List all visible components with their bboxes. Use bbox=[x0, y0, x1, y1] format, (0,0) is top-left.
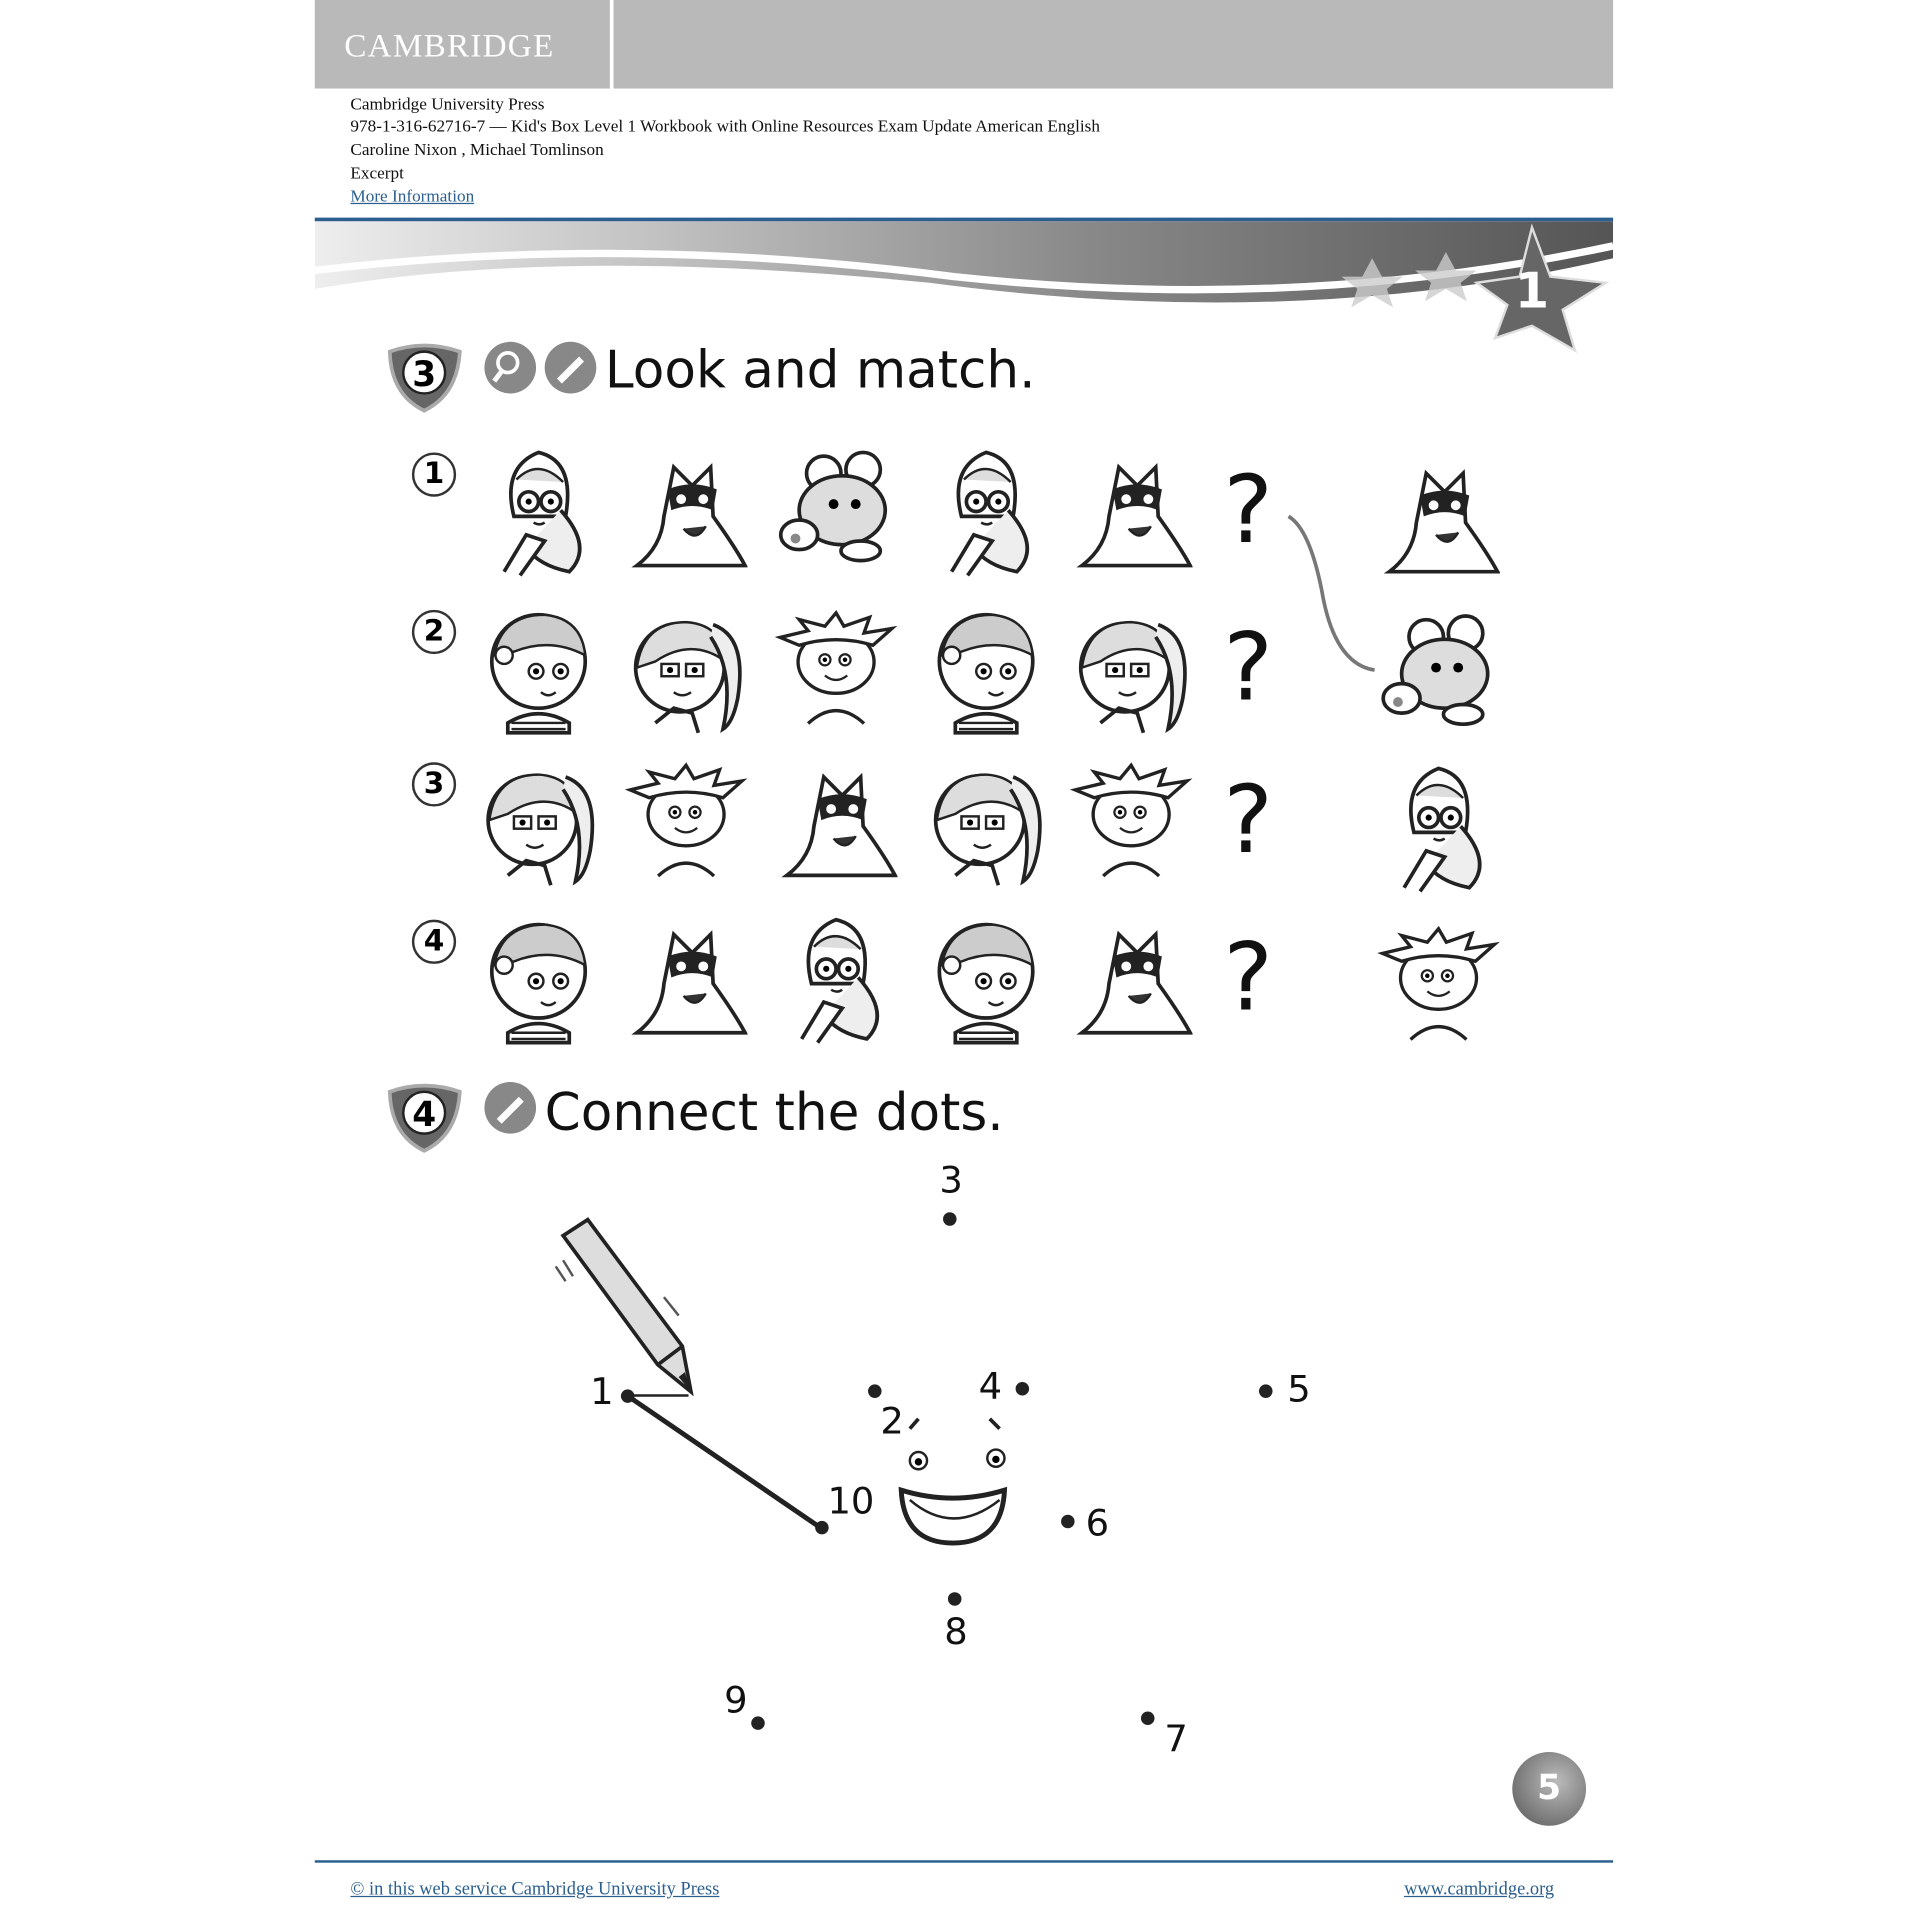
dot-label-2: 2 bbox=[880, 1400, 904, 1444]
girl-glasses-picture bbox=[925, 443, 1048, 584]
girl-ponytail-picture bbox=[1070, 600, 1193, 741]
cambridge-website-link[interactable]: www.cambridge.org bbox=[1404, 1880, 1554, 1901]
dot-label-1: 1 bbox=[590, 1370, 614, 1414]
missing-picture-question-mark: ? bbox=[1223, 454, 1273, 565]
dot-7[interactable] bbox=[1140, 1711, 1155, 1725]
dot-label-10: 10 bbox=[827, 1480, 875, 1524]
boy-spiky-picture bbox=[1070, 752, 1193, 893]
cat-mask-picture bbox=[625, 910, 748, 1051]
row-number: 2 bbox=[411, 609, 457, 655]
dot-label-3: 3 bbox=[939, 1159, 963, 1203]
smiley-face-illustration bbox=[898, 1417, 1008, 1546]
row-number: 4 bbox=[411, 919, 457, 964]
missing-picture-question-mark: ? bbox=[1223, 922, 1273, 1032]
answer-girl-glasses-picture[interactable] bbox=[1377, 759, 1500, 900]
dot-8[interactable] bbox=[947, 1592, 962, 1606]
pencil-icon bbox=[544, 341, 597, 394]
girl-ponytail-picture bbox=[477, 752, 600, 893]
dot-label-6: 6 bbox=[1085, 1502, 1110, 1546]
boy-spiky-picture bbox=[775, 600, 898, 741]
dot-label-8: 8 bbox=[944, 1610, 968, 1654]
boy-spiky-picture bbox=[625, 752, 748, 893]
magnifier-icon bbox=[484, 341, 537, 394]
missing-picture-question-mark: ? bbox=[1223, 764, 1273, 875]
dot-9[interactable] bbox=[751, 1716, 765, 1730]
svg-text:3: 3 bbox=[412, 355, 436, 395]
more-information-link[interactable]: More Information bbox=[350, 188, 474, 208]
dot-label-7: 7 bbox=[1164, 1717, 1188, 1761]
excerpt-label: Excerpt bbox=[350, 164, 404, 184]
dot-4[interactable] bbox=[1015, 1381, 1030, 1396]
dot-6[interactable] bbox=[1061, 1514, 1075, 1529]
girl-ponytail-picture bbox=[925, 752, 1048, 893]
exercise-4-badge: 4 bbox=[384, 1080, 465, 1154]
page-number-badge: 5 bbox=[1512, 1752, 1587, 1826]
dot-3[interactable] bbox=[943, 1212, 957, 1226]
dot-1[interactable] bbox=[620, 1389, 635, 1403]
copyright-link[interactable]: © in this web service Cambridge Universi… bbox=[350, 1880, 719, 1901]
exercise-4-title: Connect the dots. bbox=[544, 1081, 1004, 1143]
girl-ponytail-picture bbox=[625, 600, 748, 741]
pencil-icon bbox=[484, 1081, 537, 1134]
exercise-3-title: Look and match. bbox=[604, 339, 1036, 400]
unit-number: 1 bbox=[1515, 261, 1549, 319]
row-number: 1 bbox=[411, 452, 457, 497]
row-number: 3 bbox=[411, 762, 457, 807]
missing-picture-question-mark: ? bbox=[1223, 612, 1273, 722]
exercise-3-badge: 3 bbox=[384, 339, 465, 413]
book-title: 978-1-316-62716-7 — Kid's Box Level 1 Wo… bbox=[350, 118, 1100, 137]
dot-label-4: 4 bbox=[978, 1365, 1003, 1410]
match-line bbox=[1287, 514, 1375, 672]
footer-divider bbox=[314, 1860, 1614, 1863]
answer-cat-mask-picture[interactable] bbox=[1377, 449, 1500, 590]
answer-mouse-picture[interactable] bbox=[1377, 606, 1500, 747]
cat-mask-picture bbox=[775, 752, 898, 893]
girl-glasses-picture bbox=[477, 443, 600, 584]
girl-flower-picture bbox=[925, 600, 1048, 741]
unit-banner: 1 bbox=[314, 221, 1614, 354]
publisher-name: Cambridge University Press bbox=[350, 95, 545, 115]
cat-mask-picture bbox=[625, 443, 748, 584]
girl-glasses-picture bbox=[775, 910, 898, 1051]
mouse-picture bbox=[775, 443, 898, 584]
connected-line-1-10 bbox=[625, 1393, 823, 1531]
girl-flower-picture bbox=[477, 600, 600, 741]
cambridge-logo: CAMBRIDGE bbox=[344, 27, 555, 64]
answer-boy-spiky-picture[interactable] bbox=[1377, 916, 1500, 1057]
cat-mask-picture bbox=[1070, 443, 1193, 584]
cat-mask-picture bbox=[1070, 910, 1193, 1051]
dot-label-5: 5 bbox=[1287, 1368, 1311, 1412]
authors: Caroline Nixon , Michael Tomlinson bbox=[350, 141, 604, 160]
dot-5[interactable] bbox=[1259, 1384, 1273, 1398]
girl-flower-picture bbox=[477, 910, 600, 1051]
svg-text:4: 4 bbox=[412, 1095, 436, 1135]
dot-2[interactable] bbox=[868, 1384, 882, 1398]
dot-label-9: 9 bbox=[724, 1679, 748, 1723]
girl-flower-picture bbox=[925, 910, 1048, 1051]
